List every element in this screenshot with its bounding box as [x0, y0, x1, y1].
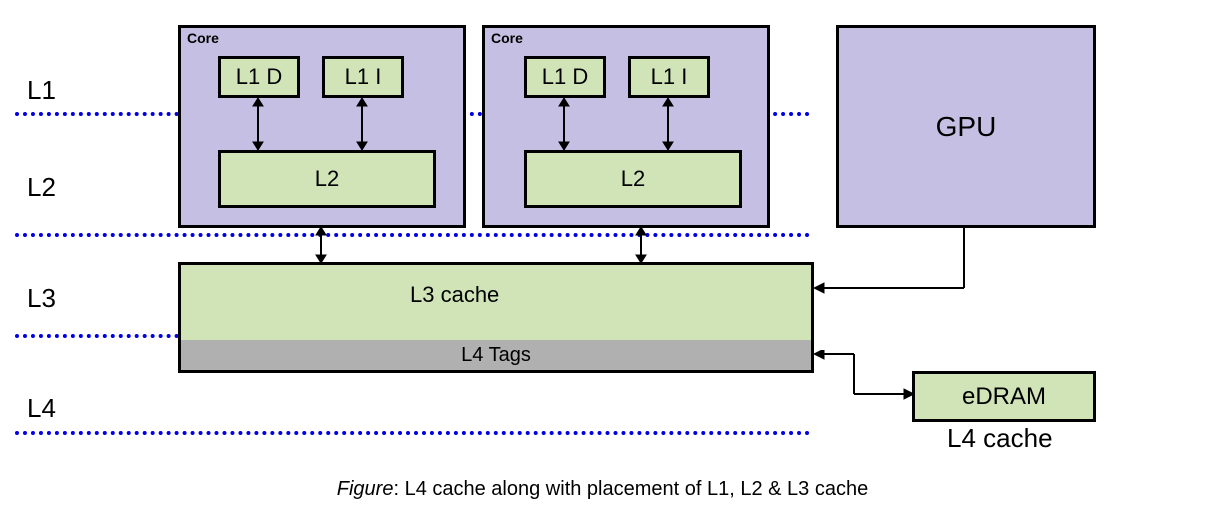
- l1i-box-1: L1 I: [322, 56, 404, 98]
- level-label-l1: L1: [27, 75, 56, 106]
- l4cache-label: L4 cache: [947, 423, 1053, 454]
- core-label-1: Core: [187, 30, 219, 46]
- level-label-l4: L4: [27, 393, 56, 424]
- l2-box-1: L2: [218, 150, 436, 208]
- l4tags-box: L4 Tags: [181, 340, 811, 370]
- connector-gpu-l3: [814, 228, 974, 298]
- edram-box: eDRAM: [912, 371, 1096, 422]
- core-label-2: Core: [491, 30, 523, 46]
- gpu-box: GPU: [836, 25, 1096, 228]
- divider-l2: [15, 233, 810, 237]
- l3-cache-label: L3 cache: [410, 282, 499, 308]
- l2-box-2: L2: [524, 150, 742, 208]
- arrow-l1d-l2-core1: [251, 98, 265, 150]
- arrow-l1d-l2-core2: [557, 98, 571, 150]
- l1i-box-2: L1 I: [628, 56, 710, 98]
- connector-l4-edram: [814, 350, 914, 400]
- figure-caption: Figure: L4 cache along with placement of…: [0, 478, 1205, 501]
- level-label-l2: L2: [27, 172, 56, 203]
- arrow-l2-l3-core1: [314, 227, 328, 263]
- arrow-l1i-l2-core1: [355, 98, 369, 150]
- divider-l4: [15, 431, 810, 435]
- arrow-l2-l3-core2: [634, 227, 648, 263]
- level-label-l3: L3: [27, 283, 56, 314]
- l1d-box-1: L1 D: [218, 56, 300, 98]
- arrow-l1i-l2-core2: [661, 98, 675, 150]
- caption-text: : L4 cache along with placement of L1, L…: [393, 478, 868, 500]
- caption-prefix: Figure: [337, 478, 394, 500]
- l1d-box-2: L1 D: [524, 56, 606, 98]
